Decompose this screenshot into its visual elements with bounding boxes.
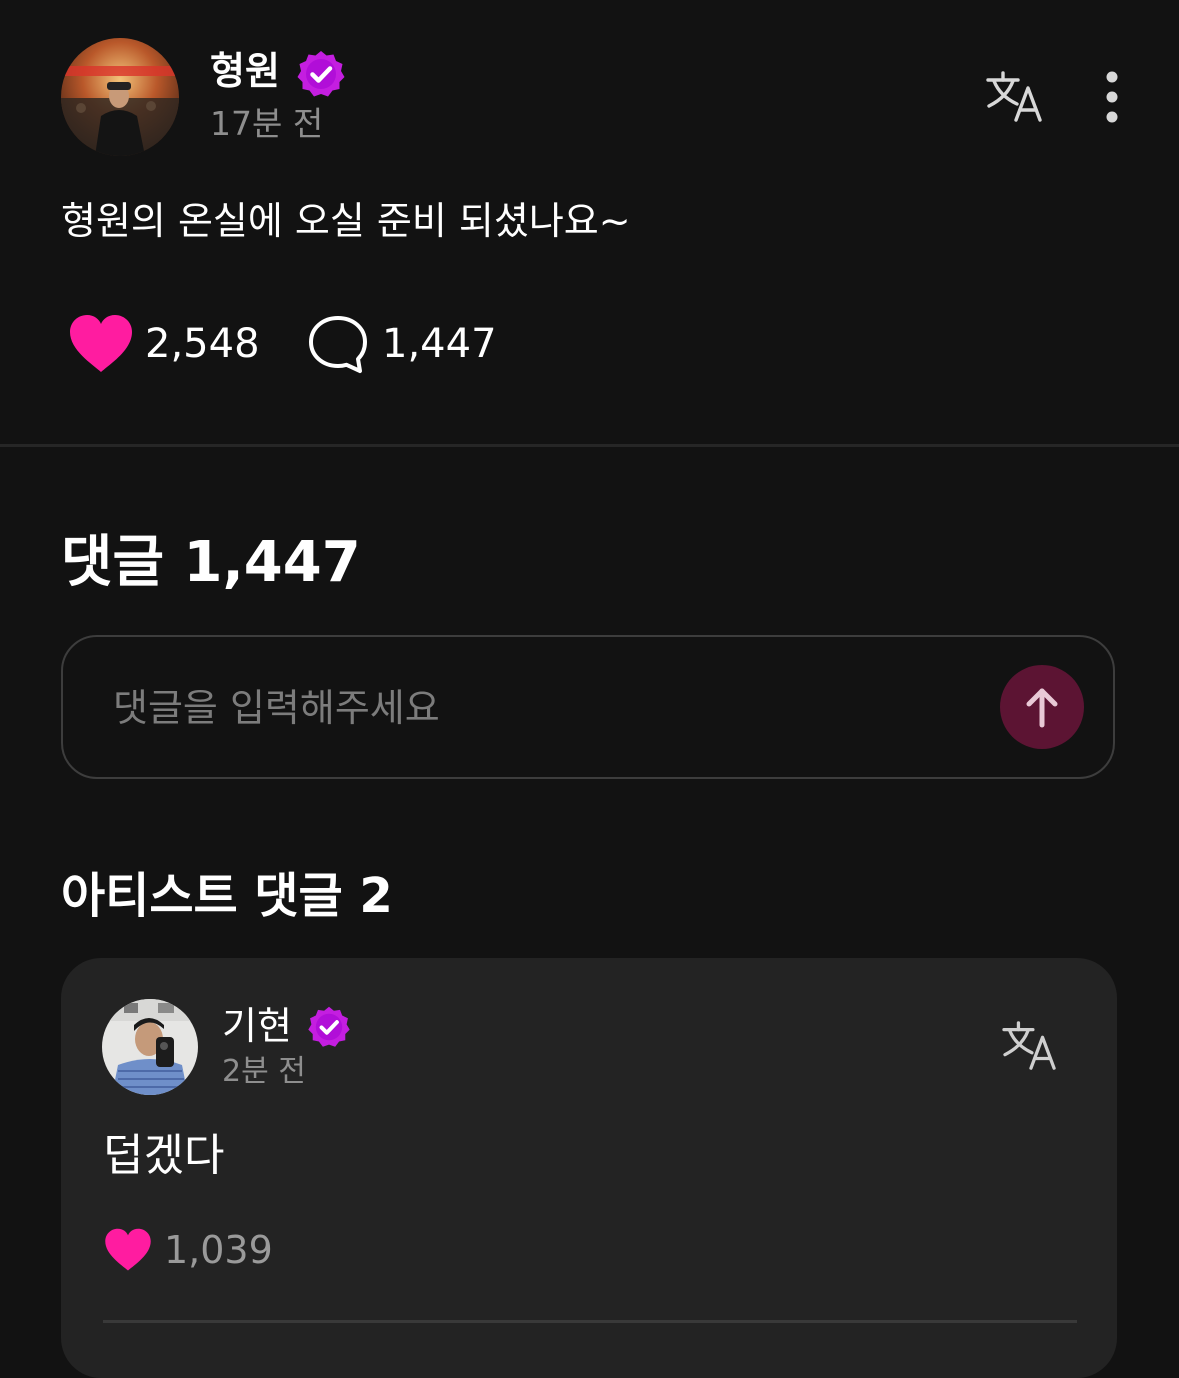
comments-heading: 댓글 1,447 (61, 530, 361, 595)
comment-input-container (61, 635, 1115, 779)
verified-badge-icon (307, 1005, 351, 1049)
translate-icon[interactable] (1001, 1020, 1059, 1072)
artist-comment-timestamp: 2분 전 (222, 1054, 306, 1089)
comment-bubble-icon (308, 314, 368, 374)
verified-badge-icon (296, 49, 346, 99)
more-vertical-icon[interactable] (1092, 70, 1132, 126)
section-divider (0, 444, 1179, 447)
heart-icon (68, 314, 134, 374)
author-avatar[interactable] (61, 38, 179, 156)
heart-icon (103, 1228, 153, 1272)
artist-name[interactable]: 기현 (222, 1002, 292, 1050)
card-divider (103, 1320, 1077, 1323)
artist-comment-text: 덥겠다 (103, 1130, 225, 1181)
comment-count: 1,447 (382, 321, 497, 367)
artist-comment-card[interactable]: 기현 2분 전 덥겠다 1,039 (61, 958, 1117, 1378)
like-count: 2,548 (145, 321, 260, 367)
artist-avatar[interactable] (102, 999, 198, 1095)
author-name[interactable]: 형원 (210, 46, 280, 96)
comment-input[interactable] (111, 677, 975, 739)
send-button[interactable] (1000, 665, 1084, 749)
translate-icon[interactable] (985, 70, 1045, 124)
post-timestamp: 17분 전 (210, 104, 324, 143)
post-header: 형원 17분 전 (0, 0, 1179, 180)
artist-comments-heading: 아티스트 댓글 2 (61, 868, 393, 924)
arrow-up-icon (1026, 688, 1058, 728)
post-body-text: 형원의 온실에 오실 준비 되셨나요~ (61, 199, 631, 243)
artist-comment-like-count: 1,039 (164, 1228, 273, 1272)
